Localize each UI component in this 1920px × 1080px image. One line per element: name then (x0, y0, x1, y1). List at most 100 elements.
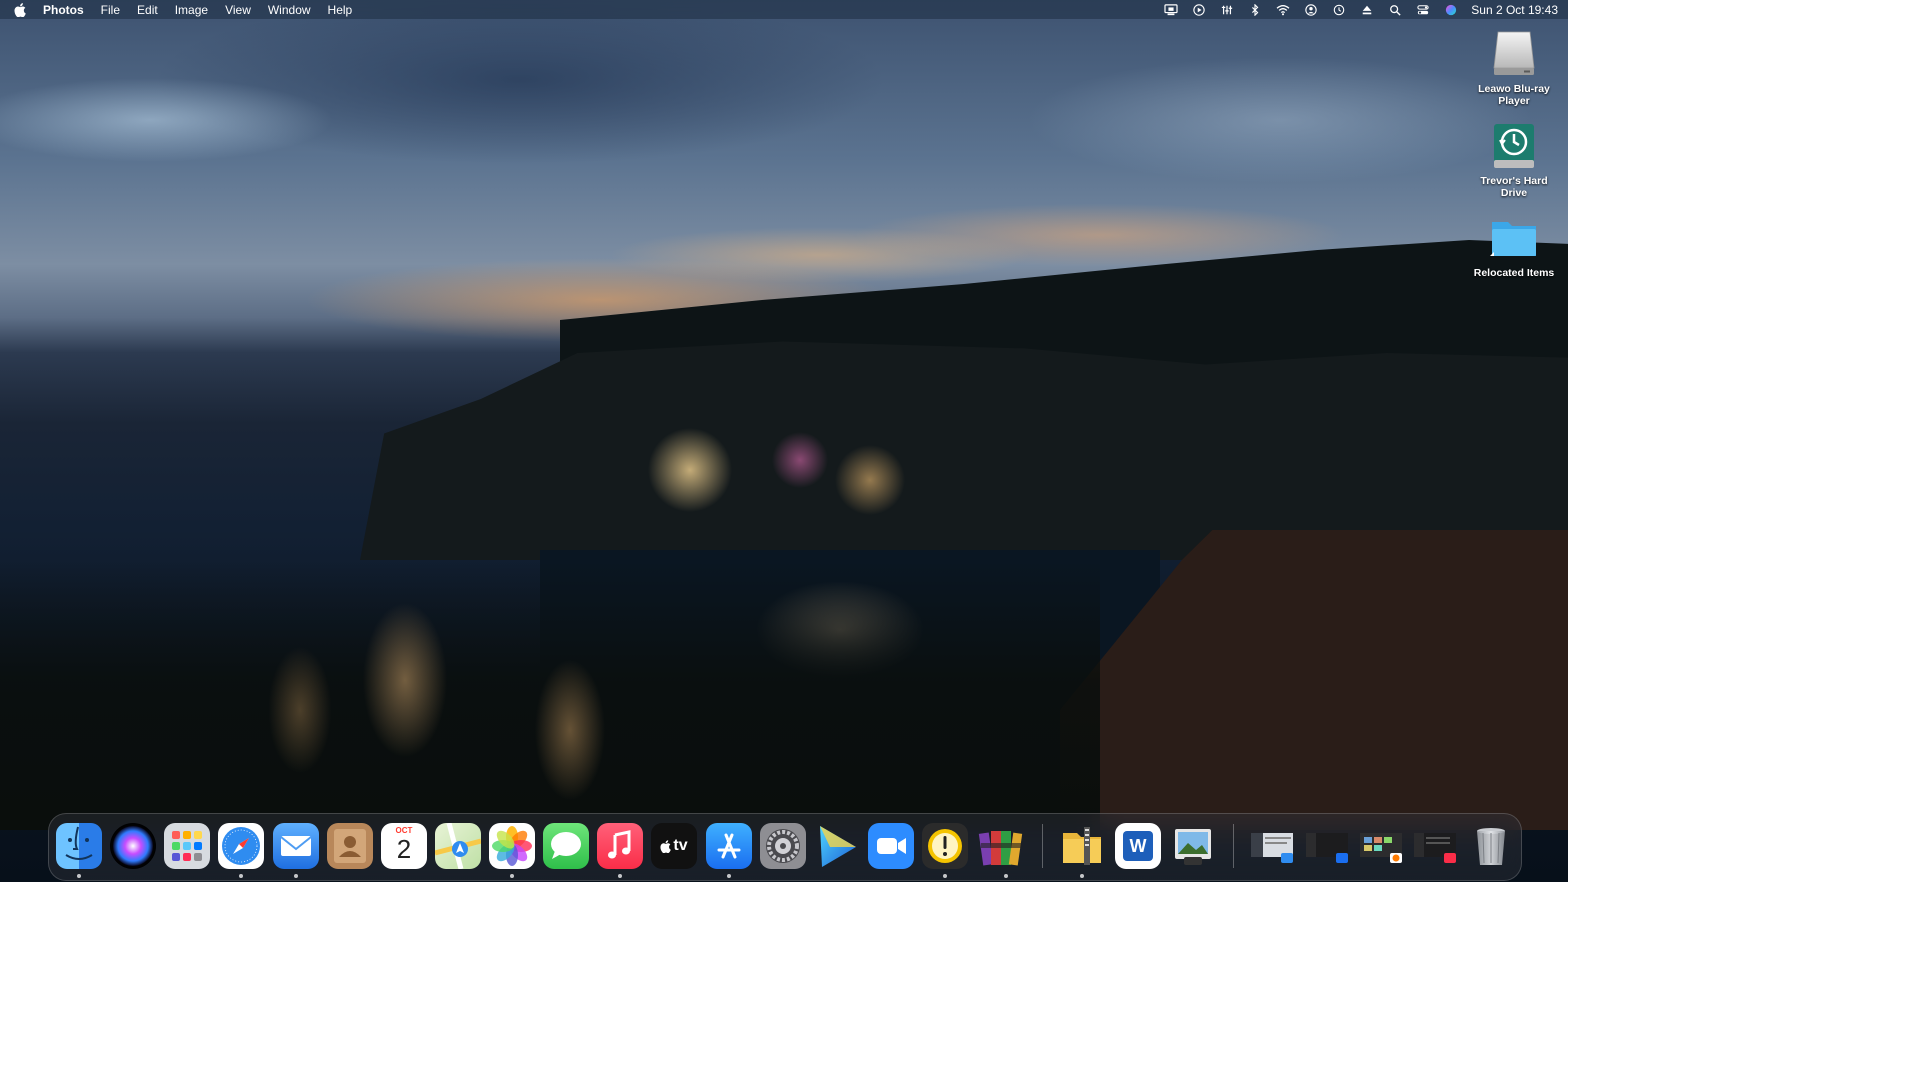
dock-photos[interactable] (489, 823, 535, 869)
menu-file[interactable]: File (101, 3, 120, 17)
music-window-thumbnail-icon (1414, 833, 1456, 863)
menu-bar-clock[interactable]: Sun 2 Oct 19:43 (1471, 3, 1558, 17)
desktop-icon-leawo-blu-ray-player[interactable]: Leawo Blu-ray Player (1468, 28, 1560, 107)
dock-app-store[interactable] (706, 823, 752, 869)
desktop-icon-label: Trevor's Hard Drive (1480, 175, 1548, 199)
dock-separator (1042, 824, 1043, 868)
dock-launchpad[interactable] (164, 823, 210, 869)
dock-maps[interactable] (435, 823, 481, 869)
dock-minimized-window[interactable] (1249, 823, 1295, 869)
play-triangle-icon (820, 826, 856, 867)
wifi-icon[interactable] (1275, 3, 1291, 17)
apple-tv-label: tv (673, 837, 688, 854)
launchpad-icon (172, 831, 202, 861)
external-drive-icon (1488, 28, 1540, 80)
dock-music[interactable] (597, 823, 643, 869)
running-indicator (943, 874, 947, 878)
photos-icon (492, 826, 532, 866)
screen-mirroring-icon[interactable] (1163, 3, 1179, 17)
desktop-icon-label: Relocated Items (1473, 267, 1555, 279)
dock-separator (1233, 824, 1234, 868)
user-icon[interactable] (1303, 3, 1319, 17)
dock-alarm[interactable] (922, 823, 968, 869)
zip-folder-icon (1063, 827, 1101, 865)
dock-apple-tv[interactable]: tv (651, 823, 697, 869)
time-machine-drive-icon (1488, 120, 1540, 172)
dock-contacts[interactable] (327, 823, 373, 869)
app-store-icon (717, 833, 741, 859)
books-archive-icon (978, 831, 1023, 866)
dock-calendar[interactable]: OCT 2 (381, 823, 427, 869)
messages-icon (551, 832, 581, 859)
zoom-icon (877, 838, 906, 854)
menu-help[interactable]: Help (328, 3, 353, 17)
mail-window-thumbnail-icon (1251, 833, 1293, 863)
play-icon[interactable] (1191, 3, 1207, 17)
dock-safari[interactable] (218, 823, 264, 869)
running-indicator (1080, 874, 1084, 878)
running-indicator (294, 874, 298, 878)
menu-view[interactable]: View (225, 3, 251, 17)
dock-minimized-window[interactable] (1304, 823, 1350, 869)
running-indicator (1004, 874, 1008, 878)
time-machine-icon[interactable] (1331, 3, 1347, 17)
photos-window-thumbnail-icon (1360, 833, 1402, 863)
word-icon: W (1123, 831, 1153, 861)
dock-siri[interactable] (110, 823, 156, 869)
trash-icon (1477, 828, 1505, 865)
running-indicator (618, 874, 622, 878)
apple-icon[interactable] (14, 2, 27, 17)
wallpaper-foliage (0, 560, 1100, 830)
word-letter: W (1129, 835, 1147, 856)
dock-archive[interactable] (1059, 823, 1105, 869)
dock: OCT 2 tv W (48, 813, 1522, 881)
safari-icon (222, 827, 260, 865)
calendar-day: 2 (396, 834, 412, 864)
contacts-icon (334, 829, 366, 863)
menu-app-name[interactable]: Photos (43, 3, 84, 17)
dock-microsoft-word[interactable]: W (1115, 823, 1161, 869)
wallpaper-village (360, 341, 1568, 560)
maps-icon (435, 823, 481, 869)
music-icon (608, 830, 631, 859)
finder-icon (65, 826, 93, 860)
dock-minimized-window[interactable] (1412, 823, 1458, 869)
clock-alert-icon (928, 829, 962, 863)
menu-window[interactable]: Window (268, 3, 311, 17)
dock-system-preferences[interactable] (760, 823, 806, 869)
running-indicator (510, 874, 514, 878)
eject-icon[interactable] (1359, 3, 1375, 17)
spotlight-search-icon[interactable] (1387, 3, 1403, 17)
dock-media-player[interactable] (814, 823, 860, 869)
menu-image[interactable]: Image (175, 3, 208, 17)
dock-zoom[interactable] (868, 823, 914, 869)
siri-icon (113, 826, 153, 866)
apple-tv-icon (660, 839, 672, 853)
dock-preview[interactable] (1170, 823, 1216, 869)
siri-icon[interactable] (1443, 3, 1459, 17)
system-preferences-icon (766, 829, 800, 863)
control-centre-icon[interactable] (1415, 3, 1431, 17)
desktop-icon-trevors-hard-drive[interactable]: Trevor's Hard Drive (1468, 120, 1560, 199)
dock-minimized-window[interactable] (1358, 823, 1404, 869)
network-tool-icon[interactable] (1219, 3, 1235, 17)
running-indicator (77, 874, 81, 878)
desktop-wallpaper: Photos File Edit Image View Window Help (0, 0, 1568, 882)
desktop-icon-relocated-items[interactable]: Relocated Items (1468, 212, 1560, 279)
mail-icon (280, 836, 312, 856)
dock-archive-utility[interactable] (977, 823, 1023, 869)
dock-trash[interactable] (1468, 823, 1514, 869)
running-indicator (727, 874, 731, 878)
desktop-icon-label: Leawo Blu-ray Player (1478, 83, 1550, 107)
dock-messages[interactable] (543, 823, 589, 869)
folder-icon (1488, 212, 1540, 264)
menu-bar: Photos File Edit Image View Window Help (0, 0, 1568, 19)
preview-icon (1175, 829, 1211, 865)
menu-edit[interactable]: Edit (137, 3, 158, 17)
bluetooth-icon[interactable] (1247, 3, 1263, 17)
wallpaper-village-lights (620, 400, 940, 520)
dock-mail[interactable] (273, 823, 319, 869)
app-store-window-thumbnail-icon (1306, 833, 1348, 863)
running-indicator (239, 874, 243, 878)
dock-finder[interactable] (56, 823, 102, 869)
